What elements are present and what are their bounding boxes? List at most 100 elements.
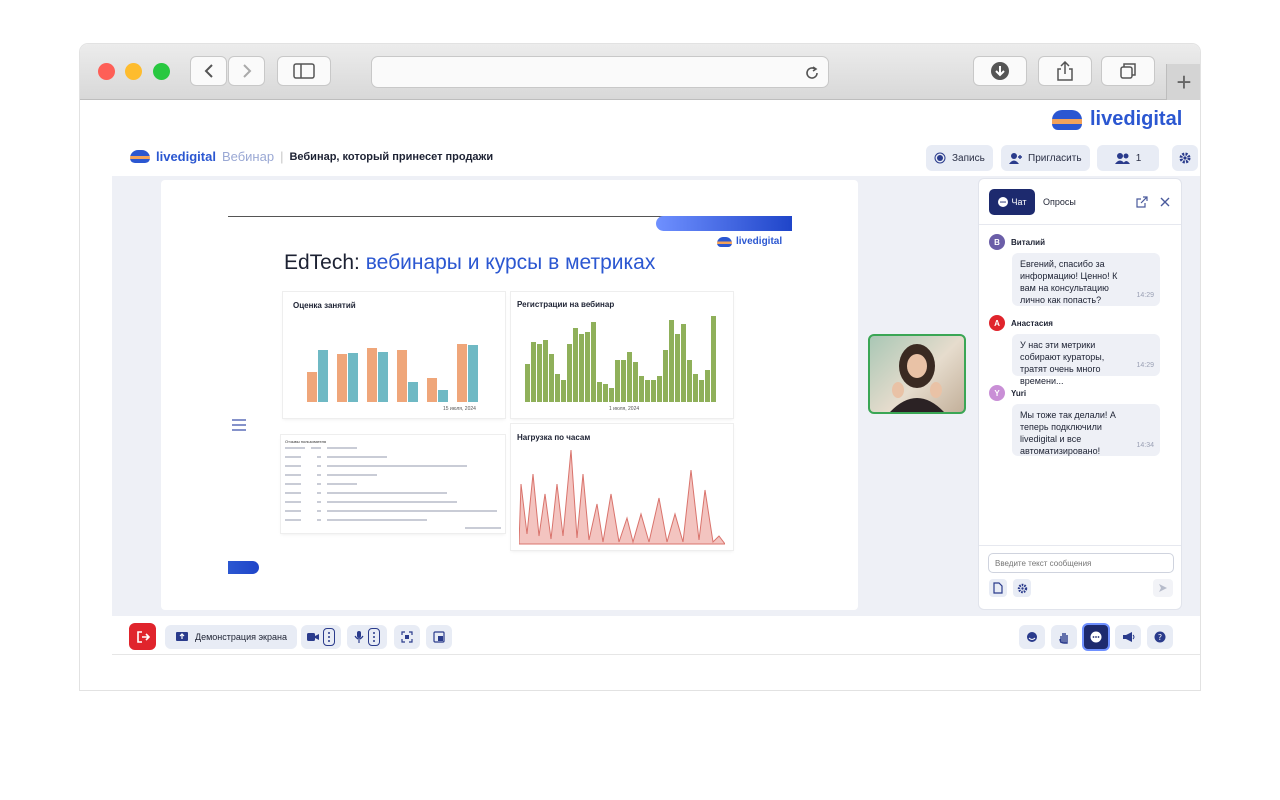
browser-window: + livedigital livedigital Вебинар | Веби…: [80, 44, 1200, 690]
announcement-button[interactable]: [1115, 625, 1141, 649]
presentation-area: livedigital EdTech: вебинары и курсы в м…: [161, 180, 858, 610]
back-button[interactable]: [190, 56, 227, 86]
invite-button[interactable]: Пригласить: [1001, 145, 1090, 171]
bar: [337, 354, 347, 402]
microphone-control[interactable]: [347, 625, 387, 649]
slide-brand: livedigital: [717, 236, 782, 247]
raise-hand-button[interactable]: [1051, 625, 1077, 649]
settings-button[interactable]: [1172, 145, 1198, 171]
sidebar-toggle-button[interactable]: [277, 56, 331, 86]
camera-control[interactable]: [301, 625, 341, 649]
speaker-video-tile[interactable]: [868, 334, 966, 414]
camera-options-icon[interactable]: [323, 628, 335, 646]
slide-brand-name: livedigital: [736, 236, 783, 247]
speaker-portrait: [890, 344, 944, 412]
exit-icon: [136, 630, 150, 643]
hand-icon: [1059, 632, 1068, 644]
leave-button[interactable]: [129, 623, 156, 650]
registrations-card: Регистрации на вебинар 1 июля, 2024: [511, 292, 733, 418]
microphone-icon: [354, 631, 364, 643]
screen-share-button[interactable]: Демонстрация экрана: [165, 625, 297, 649]
forward-button[interactable]: [228, 56, 265, 86]
livedigital-logo-icon: [130, 150, 150, 163]
reload-icon[interactable]: [803, 64, 821, 82]
bar: [438, 390, 448, 402]
layout-button[interactable]: [426, 625, 452, 649]
gear-icon: [1017, 583, 1027, 593]
chat-icon: [997, 197, 1008, 207]
message-bubble: Мы тоже так делали! А теперь подключили …: [1012, 404, 1160, 456]
message-author: Виталий: [1011, 238, 1045, 247]
sidebar-icon: [293, 63, 315, 79]
chat-icon: [1090, 631, 1102, 643]
bottom-toolbar: Демонстрация экрана ?: [112, 616, 1200, 655]
webinar-breadcrumb: livedigital Вебинар | Вебинар, который п…: [130, 149, 493, 164]
close-window-button[interactable]: [98, 63, 115, 80]
chat-divider: [979, 224, 1181, 225]
slide-title: EdTech: вебинары и курсы в метриках: [284, 251, 655, 275]
users-icon: [1114, 153, 1130, 164]
participants-count: 1: [1135, 152, 1142, 164]
record-label: Запись: [952, 152, 985, 164]
microphone-options-icon[interactable]: [368, 628, 380, 646]
minimize-window-button[interactable]: [125, 63, 142, 80]
lesson-rating-bars: [307, 344, 478, 402]
popout-icon[interactable]: [1136, 196, 1148, 208]
webinar-stage: livedigital EdTech: вебинары и курсы в м…: [112, 176, 1200, 616]
page-title: Вебинар, который принесет продажи: [289, 150, 494, 163]
reviews-table-rows: [285, 447, 501, 529]
record-icon: [934, 152, 946, 164]
menu-icon[interactable]: [231, 418, 247, 432]
help-button[interactable]: ?: [1147, 625, 1173, 649]
attach-file-button[interactable]: [989, 579, 1007, 597]
message-text: Мы тоже так делали! А теперь подключили …: [1020, 410, 1116, 456]
emoji-icon: [1027, 632, 1037, 642]
chat-settings-button[interactable]: [1013, 579, 1031, 597]
bar: [378, 352, 388, 402]
tab-chat[interactable]: Чат: [989, 189, 1035, 215]
bar: [307, 372, 317, 402]
top-brand-logo: livedigital: [1052, 108, 1182, 131]
bar: [397, 350, 407, 402]
send-message-button[interactable]: [1153, 579, 1173, 597]
avatar: Y: [989, 385, 1005, 401]
bar: [468, 345, 478, 402]
send-icon: [1159, 584, 1167, 592]
participants-button[interactable]: 1: [1097, 145, 1159, 171]
chevron-left-icon: [204, 64, 213, 78]
chat-toggle-button[interactable]: [1082, 623, 1110, 651]
avatar: В: [989, 234, 1005, 250]
registrations-title: Регистрации на вебинар: [517, 300, 615, 309]
bar: [348, 353, 358, 402]
file-icon: [993, 582, 1003, 594]
webinar-header: livedigital Вебинар | Вебинар, который п…: [112, 142, 1200, 174]
avatar: А: [989, 315, 1005, 331]
address-bar[interactable]: [371, 56, 829, 88]
tab-polls[interactable]: Опросы: [1043, 197, 1076, 207]
focus-view-button[interactable]: [394, 625, 420, 649]
share-button[interactable]: [1038, 56, 1092, 86]
zoom-window-button[interactable]: [153, 63, 170, 80]
help-icon: ?: [1154, 631, 1166, 643]
downloads-button[interactable]: [973, 56, 1027, 86]
svg-text:?: ?: [1158, 633, 1162, 642]
slide-accent-bottom: [228, 561, 259, 574]
reactions-button[interactable]: [1019, 625, 1045, 649]
tabs-overview-button[interactable]: [1101, 56, 1155, 86]
bar: [408, 382, 418, 402]
message-text: Евгений, спасибо за информацию! Ценно! К…: [1020, 259, 1118, 305]
close-icon[interactable]: [1159, 196, 1171, 208]
screen-share-icon: [176, 632, 189, 641]
new-tab-button[interactable]: +: [1166, 64, 1200, 100]
chat-message-input[interactable]: [988, 553, 1174, 573]
area: [519, 449, 725, 545]
presentation-slide: livedigital EdTech: вебинары и курсы в м…: [228, 216, 792, 574]
message-time: 14:29: [1136, 362, 1154, 369]
slide-title-prefix: EdTech:: [284, 251, 366, 274]
bar: [457, 344, 467, 402]
lesson-rating-title: Оценка занятий: [293, 301, 356, 310]
message-bubble: У нас эти метрики собирают кураторы, тра…: [1012, 334, 1160, 386]
message-time: 14:34: [1136, 442, 1154, 449]
record-button[interactable]: Запись: [926, 145, 993, 171]
livedigital-logo-icon: [1052, 109, 1082, 130]
